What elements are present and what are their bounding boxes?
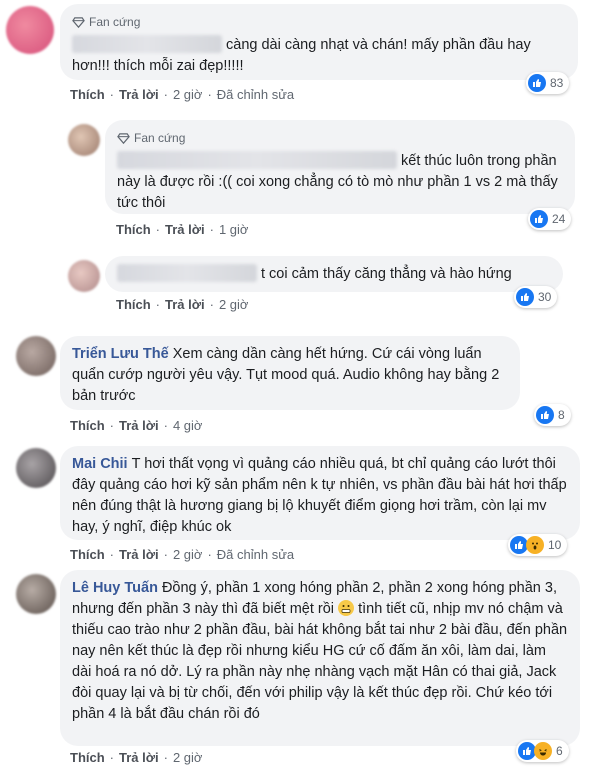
like-link[interactable]: Thích: [70, 750, 105, 765]
commenter-name[interactable]: Lê Huy Tuấn: [72, 580, 158, 596]
avatar[interactable]: [6, 6, 54, 54]
wow-icon: [526, 536, 544, 554]
reply-link[interactable]: Trả lời: [119, 87, 159, 102]
timestamp[interactable]: 2 giờ: [173, 547, 203, 562]
comment-bubble: t coi cảm thấy căng thẳng và hào hứng: [105, 256, 563, 292]
like-link[interactable]: Thích: [116, 222, 151, 237]
comment-bubble: Mai Chii T hơi thất vọng vì quảng cáo nhi…: [60, 446, 580, 540]
avatar[interactable]: [16, 336, 56, 376]
timestamp[interactable]: 2 giờ: [173, 87, 203, 102]
timestamp[interactable]: 4 giờ: [173, 418, 203, 433]
timestamp[interactable]: 2 giờ: [219, 297, 249, 312]
reaction-count[interactable]: 6: [516, 740, 569, 762]
reply-link[interactable]: Trả lời: [119, 547, 159, 562]
timestamp[interactable]: 2 giờ: [173, 750, 203, 765]
commenter-name[interactable]: Mai Chii: [72, 456, 128, 472]
comment-actions: Thích · Trả lời · 2 giờ · Đã chỉnh sửa: [70, 87, 295, 102]
reaction-count[interactable]: 83: [526, 72, 570, 94]
commenter-name[interactable]: Triển Lưu Thế: [72, 346, 169, 362]
grimace-emoji-icon: [338, 600, 355, 616]
like-icon: [536, 406, 554, 424]
comment-actions: Thích · Trả lời · 2 giờ: [70, 750, 203, 765]
like-link[interactable]: Thích: [116, 297, 151, 312]
timestamp[interactable]: 1 giờ: [219, 222, 249, 237]
diamond-icon: [117, 133, 130, 145]
avatar[interactable]: [16, 574, 56, 614]
like-link[interactable]: Thích: [70, 418, 105, 433]
comment-actions: Thích · Trả lời · 1 giờ: [116, 222, 249, 237]
avatar[interactable]: [16, 448, 56, 488]
comment-text-continued: tình tiết cũ, nhịp mv nó chậm và thiếu c…: [72, 601, 568, 722]
like-link[interactable]: Thích: [70, 547, 105, 562]
comment-text: t coi cảm thấy căng thẳng và hào hứng: [261, 266, 512, 282]
fan-badge: Fan cứng: [117, 128, 563, 149]
comment-actions: Thích · Trả lời · 2 giờ · Đã chỉnh sửa: [70, 547, 295, 562]
reply-link[interactable]: Trả lời: [165, 297, 205, 312]
comment-bubble: Lê Huy Tuấn Đồng ý, phần 1 xong hóng phần…: [60, 570, 580, 746]
reaction-count[interactable]: 24: [528, 208, 572, 230]
avatar[interactable]: [68, 124, 100, 156]
blurred-username[interactable]: [117, 264, 257, 282]
reaction-count[interactable]: 8: [534, 404, 571, 426]
comment-bubble: Fan cứng càng dài càng nhạt và chán! mấy…: [60, 4, 578, 80]
comment-bubble: Triển Lưu Thế Xem càng dần càng hết hứng.…: [60, 336, 520, 410]
reaction-count[interactable]: 10: [508, 534, 568, 556]
reply-link[interactable]: Trả lời: [119, 750, 159, 765]
haha-icon: [534, 742, 552, 760]
like-link[interactable]: Thích: [70, 87, 105, 102]
like-icon: [516, 288, 534, 306]
reply-link[interactable]: Trả lời: [165, 222, 205, 237]
diamond-icon: [72, 17, 85, 29]
blurred-username[interactable]: [117, 151, 397, 169]
edited-label[interactable]: Đã chỉnh sửa: [217, 547, 294, 562]
comment-bubble: Fan cứng kết thúc luôn trong phần này là…: [105, 120, 575, 214]
blurred-username[interactable]: [72, 35, 222, 53]
comment-text: T hơi thất vọng vì quảng cáo nhiều quá, …: [72, 456, 567, 535]
comment-actions: Thích · Trả lời · 2 giờ: [116, 297, 249, 312]
reaction-count[interactable]: 30: [514, 286, 558, 308]
like-icon: [530, 210, 548, 228]
comment-actions: Thích · Trả lời · 4 giờ: [70, 418, 203, 433]
edited-label[interactable]: Đã chỉnh sửa: [217, 87, 294, 102]
reply-link[interactable]: Trả lời: [119, 418, 159, 433]
fan-badge: Fan cứng: [72, 12, 566, 33]
avatar[interactable]: [68, 260, 100, 292]
like-icon: [528, 74, 546, 92]
